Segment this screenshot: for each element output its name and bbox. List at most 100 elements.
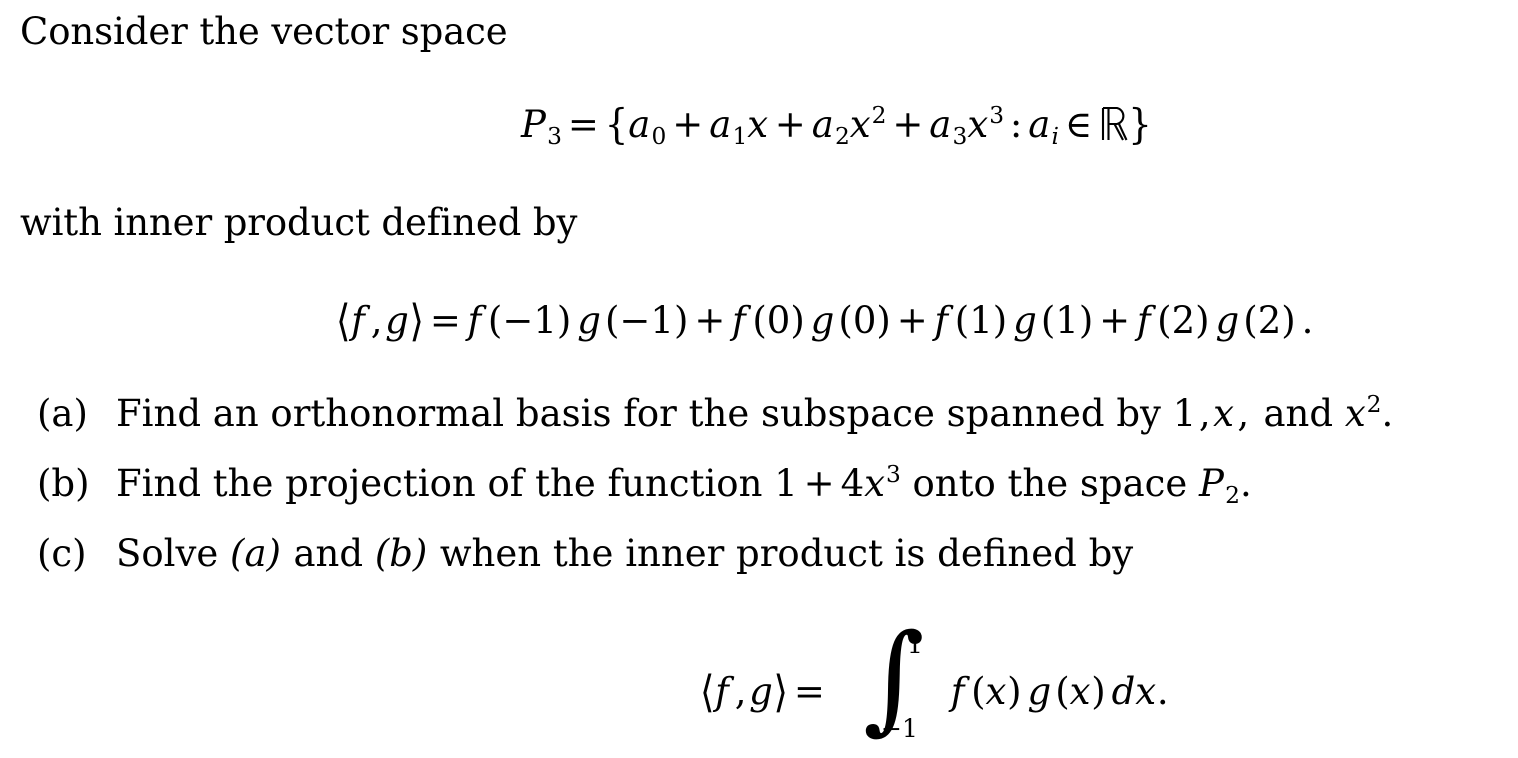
problem-a-period: . bbox=[1381, 392, 1394, 435]
eq2-paren-close-2: ) bbox=[673, 299, 689, 342]
problem-b-body: Find the projection of the function 1 +4x… bbox=[116, 460, 1252, 507]
list-item: (c) Solve (a) and (b) when the inner pro… bbox=[0, 532, 1518, 602]
equation-inner-product-discrete: ⟨f ,g⟩ = f (−1) g (−1) + f (0) g (0) + f (1) g (1) + f (2) g… bbox=[336, 299, 1314, 343]
eq3-angle-open: ⟨ bbox=[700, 666, 715, 717]
problem-b-math-var: x bbox=[864, 462, 885, 505]
eq1-a3: a bbox=[929, 103, 952, 146]
list-item: (b) Find the projection of the function … bbox=[0, 462, 1518, 532]
list-item: (a) Find an orthonormal basis for the su… bbox=[0, 392, 1518, 462]
eq3-variable-2: x bbox=[1069, 670, 1091, 713]
problem-c-text-before: Solve bbox=[116, 532, 219, 575]
eq3-comma: , bbox=[734, 670, 747, 713]
eq2-g: g bbox=[385, 299, 409, 342]
eq1-a1: a bbox=[709, 103, 732, 146]
eq2-eval-point-3b: 1 bbox=[1055, 299, 1079, 342]
eq2-equals: = bbox=[429, 299, 461, 342]
eq2-angle-close: ⟩ bbox=[409, 295, 424, 346]
eq2-g-term2: g bbox=[810, 299, 835, 342]
problem-a-math-xsq-base: x bbox=[1344, 392, 1366, 435]
eq1-P-subscript: 3 bbox=[547, 122, 562, 150]
problem-b-math-exponent: 3 bbox=[885, 460, 901, 488]
problem-c-body: Solve (a) and (b) when the inner product… bbox=[116, 532, 1133, 575]
eq1-a3-subscript: 3 bbox=[952, 122, 968, 150]
eq2-paren-close-1: ) bbox=[556, 299, 572, 342]
eq2-f-term4: f bbox=[1136, 299, 1151, 342]
eq2-eval-point-1a: −1 bbox=[502, 299, 557, 342]
eq3-paren-close-2: ) bbox=[1091, 670, 1106, 713]
eq3-left-hand-side: ⟨f ,g⟩ = bbox=[700, 666, 831, 717]
problem-c-text-and: and bbox=[293, 532, 364, 575]
eq2-g-term3: g bbox=[1013, 299, 1037, 342]
problem-a-math-comma: , bbox=[1198, 392, 1211, 435]
problem-b-period: . bbox=[1239, 462, 1252, 505]
eq2-eval-point-2a: 0 bbox=[766, 299, 791, 342]
eq2-paren-open-8: ( bbox=[1243, 299, 1258, 342]
eq2-eval-point-3a: 1 bbox=[969, 299, 993, 342]
eq1-equals: = bbox=[567, 103, 599, 146]
eq3-variable-1: x bbox=[985, 670, 1007, 713]
eq1-open-brace: { bbox=[604, 100, 629, 149]
equation-space-definition: P3 = {a0 + a1x + a2x2 + a3x3: ai ∈} bbox=[521, 100, 1152, 149]
eq1-plus-2: + bbox=[774, 103, 806, 146]
eq3-integrand: f (x) g (x) dx. bbox=[950, 670, 1169, 713]
problem-a-text-mid: and bbox=[1263, 392, 1334, 435]
eq1-x-1: x bbox=[747, 103, 769, 146]
eq3-equals: = bbox=[793, 670, 825, 713]
eq3-differential: dx bbox=[1111, 670, 1157, 713]
eq1-real-numbers-symbol bbox=[1098, 105, 1128, 143]
eq2-paren-close-7: ) bbox=[1195, 299, 1210, 342]
problem-b-math-space-subscript: 2 bbox=[1225, 481, 1240, 509]
eq1-x-2-exponent: 2 bbox=[871, 101, 887, 129]
problem-a-math-one: 1 bbox=[1172, 392, 1197, 435]
eq1-a1-subscript: 1 bbox=[732, 122, 748, 150]
eq3-f-integrand: f bbox=[950, 670, 965, 713]
eq2-paren-close-4: ) bbox=[876, 299, 891, 342]
eq1-a2: a bbox=[811, 103, 834, 146]
eq1-a0-subscript: 0 bbox=[651, 122, 667, 150]
eq1-a0: a bbox=[628, 103, 651, 146]
eq2-plus-1: + bbox=[694, 299, 726, 342]
eq2-paren-open-3: ( bbox=[752, 299, 767, 342]
problem-c-text-after: when the inner product is defined by bbox=[439, 532, 1134, 575]
eq2-paren-open-7: ( bbox=[1157, 299, 1172, 342]
eq2-plus-3: + bbox=[1099, 299, 1131, 342]
eq2-f: f bbox=[351, 299, 365, 342]
eq2-paren-open-6: ( bbox=[1040, 299, 1056, 342]
eq1-a-index-subscript: i bbox=[1051, 122, 1059, 150]
eq1-x-2: x bbox=[849, 103, 871, 146]
eq3-paren-open-1: ( bbox=[971, 670, 986, 713]
problem-b-math-one: 1 bbox=[774, 462, 798, 505]
integral-upper-limit: 1 bbox=[907, 630, 923, 659]
problem-b-math-coef: 4 bbox=[840, 462, 865, 505]
problem-a-text-before: Find an orthonormal basis for the subspa… bbox=[116, 392, 1161, 435]
eq2-g-term1: g bbox=[577, 299, 601, 342]
eq2-paren-close-6: ) bbox=[1078, 299, 1094, 342]
eq2-f-term2: f bbox=[731, 299, 746, 342]
intro-line-1: Consider the vector space bbox=[20, 10, 508, 53]
eq3-period: . bbox=[1156, 670, 1169, 713]
eq2-eval-point-4b: 2 bbox=[1257, 299, 1282, 342]
eq2-period: . bbox=[1301, 299, 1314, 342]
eq3-g-integrand: g bbox=[1027, 670, 1052, 713]
eq2-f-term3: f bbox=[934, 299, 949, 342]
problem-list: (a) Find an orthonormal basis for the su… bbox=[0, 392, 1518, 602]
eq2-paren-open-4: ( bbox=[838, 299, 853, 342]
eq2-eval-point-2b: 0 bbox=[852, 299, 877, 342]
eq3-f: f bbox=[715, 670, 729, 713]
eq2-comma: , bbox=[370, 299, 383, 342]
problem-b-text-mid: onto the space bbox=[912, 462, 1188, 505]
eq2-eval-point-4a: 2 bbox=[1171, 299, 1196, 342]
eq2-paren-close-5: ) bbox=[992, 299, 1008, 342]
eq1-element-of: ∈ bbox=[1064, 103, 1093, 146]
problem-c-label: (c) bbox=[37, 532, 87, 575]
eq2-paren-close-3: ) bbox=[790, 299, 805, 342]
integral-lower-limit: −1 bbox=[881, 714, 918, 743]
problem-a-body: Find an orthonormal basis for the subspa… bbox=[116, 392, 1393, 435]
eq2-f-term1: f bbox=[467, 299, 482, 342]
eq2-paren-open-2: ( bbox=[604, 299, 620, 342]
eq2-paren-open-1: ( bbox=[487, 299, 503, 342]
eq2-paren-close-8: ) bbox=[1281, 299, 1296, 342]
problem-a-math-x: x bbox=[1213, 392, 1235, 435]
eq1-plus-1: + bbox=[672, 103, 704, 146]
eq3-angle-close: ⟩ bbox=[773, 666, 788, 717]
